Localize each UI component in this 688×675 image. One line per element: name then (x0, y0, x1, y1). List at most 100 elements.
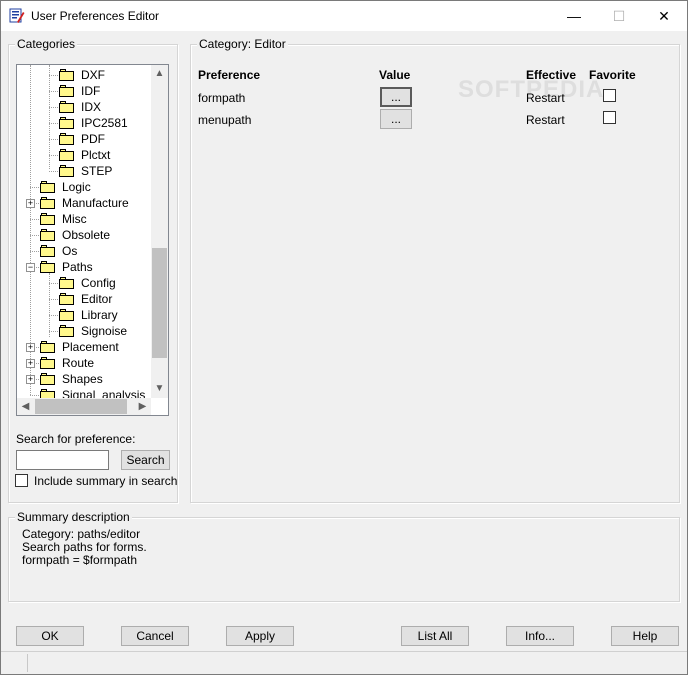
tree-item[interactable]: IDF (17, 83, 151, 99)
tree-item[interactable]: STEP (17, 163, 151, 179)
tree-line (49, 315, 58, 316)
cancel-button[interactable]: Cancel (121, 626, 189, 646)
tree-item[interactable]: IPC2581 (17, 115, 151, 131)
tree-item-label: IPC2581 (81, 116, 128, 130)
tree-line (49, 171, 58, 172)
tree-item-label: Shapes (62, 372, 103, 386)
tree-item[interactable]: IDX (17, 99, 151, 115)
folder-icon (59, 69, 75, 81)
preference-name: formpath (198, 91, 246, 105)
tree-item-label: STEP (81, 164, 113, 178)
tree-item[interactable]: + Shapes (17, 371, 151, 387)
tree-item[interactable]: PDF (17, 131, 151, 147)
status-divider (27, 654, 28, 672)
info-button[interactable]: Info... (506, 626, 574, 646)
tree-horizontal-scrollbar[interactable]: ◀ ▶ (17, 398, 151, 415)
category-tree[interactable]: DXF IDF IDX IPC2581 PDF Plctxt STEP Logic + Manuf… (16, 64, 169, 416)
folder-icon (59, 293, 75, 305)
tree-item[interactable]: Os (17, 243, 151, 259)
tree-item-label: IDF (81, 84, 101, 98)
scroll-down-icon[interactable]: ▼ (151, 380, 168, 397)
tree-item[interactable]: + Route (17, 355, 151, 371)
tree-line (49, 331, 58, 332)
summary-line: formpath = $formpath (22, 553, 138, 567)
effective-status: Restart (526, 113, 565, 127)
folder-icon (40, 245, 56, 257)
header-value: Value (379, 68, 411, 82)
tree-item[interactable]: Obsolete (17, 227, 151, 243)
apply-button[interactable]: Apply (226, 626, 294, 646)
tree-line (30, 219, 39, 220)
expand-icon[interactable]: + (26, 199, 35, 208)
collapse-icon[interactable]: − (26, 263, 35, 272)
tree-line (49, 75, 58, 76)
scroll-left-icon[interactable]: ◀ (17, 398, 34, 415)
folder-icon (59, 277, 75, 289)
favorite-checkbox[interactable] (603, 89, 616, 102)
tree-item[interactable]: Config (17, 275, 151, 291)
tree-item[interactable]: Misc (17, 211, 151, 227)
horizontal-scroll-thumb[interactable] (35, 399, 127, 414)
tree-item[interactable]: + Manufacture (17, 195, 151, 211)
expand-icon[interactable]: + (26, 359, 35, 368)
search-input[interactable] (16, 450, 109, 470)
scroll-up-icon[interactable]: ▲ (151, 65, 168, 82)
tree-item-label: DXF (81, 68, 105, 82)
tree-item[interactable]: Plctxt (17, 147, 151, 163)
tree-item-label: Placement (62, 340, 119, 354)
tree-vertical-scrollbar[interactable]: ▲ ▼ (151, 65, 168, 398)
folder-icon (59, 325, 75, 337)
tree-line (30, 235, 39, 236)
minimize-button[interactable]: — (551, 2, 597, 31)
effective-status: Restart (526, 91, 565, 105)
vertical-scroll-thumb[interactable] (152, 248, 167, 358)
maximize-button[interactable]: ☐ (596, 2, 642, 31)
include-summary-checkbox[interactable] (15, 474, 28, 487)
ok-button[interactable]: OK (16, 626, 84, 646)
tree-line (30, 395, 39, 396)
preference-name: menupath (198, 113, 252, 127)
close-button[interactable]: ✕ (641, 2, 687, 31)
value-browse-button[interactable]: ... (380, 87, 412, 107)
expand-icon[interactable]: + (26, 343, 35, 352)
tree-item-label: Os (62, 244, 78, 258)
header-preference: Preference (198, 68, 261, 82)
help-button[interactable]: Help (611, 626, 679, 646)
categories-label: Categories (15, 37, 78, 51)
tree-line (49, 107, 58, 108)
search-button[interactable]: Search (121, 450, 170, 470)
folder-icon (40, 181, 56, 193)
folder-icon (59, 101, 75, 113)
scroll-right-icon[interactable]: ▶ (134, 398, 151, 415)
value-browse-button[interactable]: ... (380, 109, 412, 129)
tree-item[interactable]: DXF (17, 67, 151, 83)
folder-icon (40, 373, 56, 385)
header-favorite: Favorite (589, 68, 636, 82)
list-all-button[interactable]: List All (401, 626, 469, 646)
folder-icon (40, 341, 56, 353)
favorite-checkbox[interactable] (603, 111, 616, 124)
tree-item[interactable]: − Paths (17, 259, 151, 275)
folder-icon (40, 261, 56, 273)
tree-item[interactable]: Library (17, 307, 151, 323)
tree-item[interactable]: Editor (17, 291, 151, 307)
folder-icon (40, 357, 56, 369)
window-title: User Preferences Editor (31, 9, 160, 23)
tree-item-label: IDX (81, 100, 102, 114)
folder-icon (40, 229, 56, 241)
tree-item-label: Plctxt (81, 148, 111, 162)
tree-line (49, 299, 58, 300)
tree-item[interactable]: Signoise (17, 323, 151, 339)
tree-item-label: Obsolete (62, 228, 111, 242)
app-icon (9, 8, 25, 23)
folder-icon (59, 85, 75, 97)
tree-item[interactable]: + Placement (17, 339, 151, 355)
title-bar[interactable]: User Preferences Editor — ☐ ✕ (1, 1, 687, 31)
status-bar (1, 651, 687, 674)
expand-icon[interactable]: + (26, 375, 35, 384)
folder-icon (40, 197, 56, 209)
tree-line (49, 283, 58, 284)
include-summary-label: Include summary in search (34, 474, 178, 488)
tree-item-label: PDF (81, 132, 105, 146)
tree-item[interactable]: Logic (17, 179, 151, 195)
